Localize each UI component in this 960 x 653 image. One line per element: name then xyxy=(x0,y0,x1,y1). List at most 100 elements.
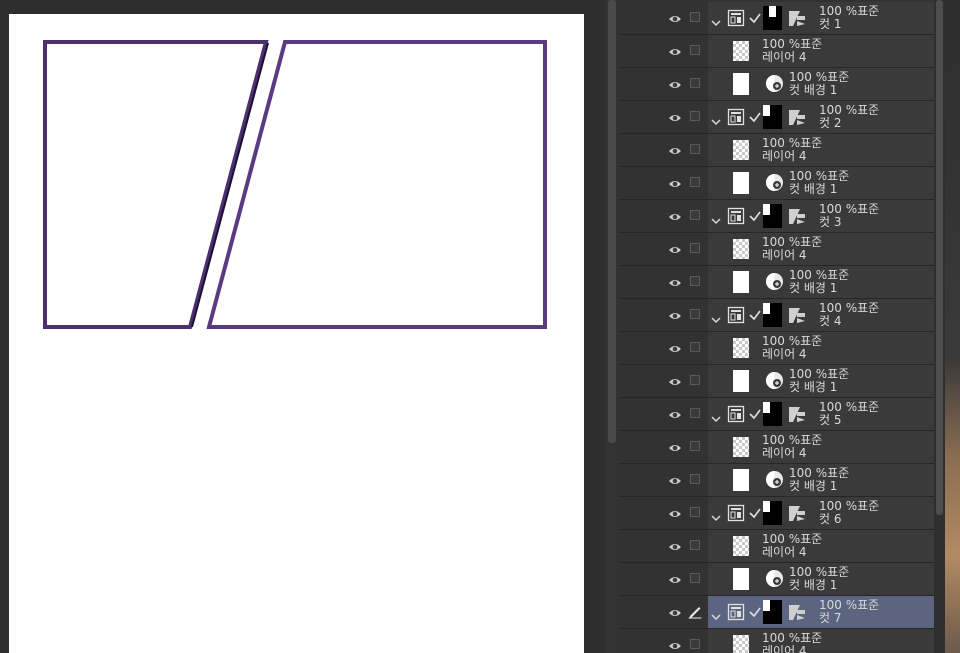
lock-checkbox[interactable] xyxy=(690,111,700,121)
layer-mask-thumbnail[interactable] xyxy=(763,501,782,525)
layer-content[interactable]: 100 %표준 레이어 4 xyxy=(708,530,945,562)
layer-content[interactable]: 100 %표준 컷 배경 1 xyxy=(708,365,945,397)
lock-checkbox[interactable] xyxy=(690,78,700,88)
layer-content[interactable]: 100 %표준 컷 3 xyxy=(708,200,945,232)
layer-content[interactable]: 100 %표준 레이어 4 xyxy=(708,332,945,364)
lock-checkbox[interactable] xyxy=(690,12,700,22)
layer-row-paper[interactable]: 100 %표준 컷 배경 1 xyxy=(619,266,945,299)
eye-icon[interactable] xyxy=(668,539,682,553)
lock-checkbox[interactable] xyxy=(690,375,700,385)
lock-checkbox[interactable] xyxy=(690,45,700,55)
lock-checkbox[interactable] xyxy=(690,639,700,649)
layer-row-raster[interactable]: 100 %표준 레이어 4 xyxy=(619,134,945,167)
ruler-icon[interactable] xyxy=(788,109,806,126)
chevron-down-icon[interactable] xyxy=(711,409,721,423)
layer-content[interactable]: 100 %표준 컷 배경 1 xyxy=(708,266,945,298)
eye-icon[interactable] xyxy=(668,605,682,619)
layer-content[interactable]: 100 %표준 레이어 4 xyxy=(708,629,945,653)
layer-mask-thumbnail[interactable] xyxy=(763,105,782,129)
check-icon[interactable] xyxy=(748,505,762,519)
eye-icon[interactable] xyxy=(668,440,682,454)
eye-icon[interactable] xyxy=(668,110,682,124)
layer-content[interactable]: 100 %표준 레이어 4 xyxy=(708,35,945,67)
ruler-icon[interactable] xyxy=(788,307,806,324)
layer-mask-thumbnail[interactable] xyxy=(763,6,782,30)
eye-icon[interactable] xyxy=(668,275,682,289)
layer-content[interactable]: 100 %표준 컷 7 xyxy=(708,596,945,628)
layer-row-raster[interactable]: 100 %표준 레이어 4 xyxy=(619,332,945,365)
layer-row-folder[interactable]: 100 %표준 컷 1 xyxy=(619,2,945,35)
chevron-down-icon[interactable] xyxy=(711,508,721,522)
layer-row-paper[interactable]: 100 %표준 컷 배경 1 xyxy=(619,68,945,101)
check-icon[interactable] xyxy=(748,208,762,222)
layer-row-paper[interactable]: 100 %표준 컷 배경 1 xyxy=(619,167,945,200)
layer-content[interactable]: 100 %표준 컷 4 xyxy=(708,299,945,331)
lock-checkbox[interactable] xyxy=(690,474,700,484)
ruler-icon[interactable] xyxy=(788,208,806,225)
lock-checkbox[interactable] xyxy=(690,309,700,319)
lock-checkbox[interactable] xyxy=(690,276,700,286)
eye-icon[interactable] xyxy=(668,341,682,355)
eye-icon[interactable] xyxy=(668,176,682,190)
check-icon[interactable] xyxy=(748,109,762,123)
layer-content[interactable]: 100 %표준 레이어 4 xyxy=(708,431,945,463)
canvas-area[interactable] xyxy=(0,0,605,653)
chevron-down-icon[interactable] xyxy=(711,13,721,27)
eye-icon[interactable] xyxy=(668,473,682,487)
layer-content[interactable]: 100 %표준 컷 배경 1 xyxy=(708,563,945,595)
layer-mask-thumbnail[interactable] xyxy=(763,402,782,426)
lock-checkbox[interactable] xyxy=(690,408,700,418)
layer-mask-thumbnail[interactable] xyxy=(763,303,782,327)
layer-row-folder[interactable]: 100 %표준 컷 6 xyxy=(619,497,945,530)
eye-icon[interactable] xyxy=(668,11,682,25)
layer-row-raster[interactable]: 100 %표준 레이어 4 xyxy=(619,530,945,563)
check-icon[interactable] xyxy=(748,406,762,420)
layer-row-folder[interactable]: 100 %표준 컷 4 xyxy=(619,299,945,332)
lock-checkbox[interactable] xyxy=(690,144,700,154)
lock-checkbox[interactable] xyxy=(690,573,700,583)
manga-page[interactable] xyxy=(9,14,584,653)
lock-checkbox[interactable] xyxy=(690,210,700,220)
layer-content[interactable]: 100 %표준 컷 5 xyxy=(708,398,945,430)
chevron-down-icon[interactable] xyxy=(711,112,721,126)
layer-content[interactable]: 100 %표준 컷 2 xyxy=(708,101,945,133)
layer-content[interactable]: 100 %표준 레이어 4 xyxy=(708,233,945,265)
layer-content[interactable]: 100 %표준 컷 6 xyxy=(708,497,945,529)
eye-icon[interactable] xyxy=(668,407,682,421)
layer-content[interactable]: 100 %표준 컷 1 xyxy=(708,2,945,34)
chevron-down-icon[interactable] xyxy=(711,607,721,621)
chevron-down-icon[interactable] xyxy=(711,310,721,324)
layer-content[interactable]: 100 %표준 컷 배경 1 xyxy=(708,167,945,199)
layer-row-folder[interactable]: 100 %표준 컷 5 xyxy=(619,398,945,431)
layer-row-raster[interactable]: 100 %표준 레이어 4 xyxy=(619,431,945,464)
eye-icon[interactable] xyxy=(668,638,682,652)
eye-icon[interactable] xyxy=(668,44,682,58)
frame-panel-right[interactable] xyxy=(206,40,547,329)
canvas-scrollbar-thumb[interactable] xyxy=(608,0,616,443)
eye-icon[interactable] xyxy=(668,209,682,223)
lock-checkbox[interactable] xyxy=(690,507,700,517)
layer-row-folder[interactable]: 100 %표준 컷 7 xyxy=(619,596,945,629)
layer-row-folder[interactable]: 100 %표준 컷 2 xyxy=(619,101,945,134)
eye-icon[interactable] xyxy=(668,242,682,256)
eye-icon[interactable] xyxy=(668,572,682,586)
eye-icon[interactable] xyxy=(668,506,682,520)
canvas-vertical-scrollbar[interactable] xyxy=(605,0,619,653)
lock-checkbox[interactable] xyxy=(690,441,700,451)
check-icon[interactable] xyxy=(748,604,762,618)
lock-checkbox[interactable] xyxy=(690,243,700,253)
check-icon[interactable] xyxy=(748,307,762,321)
layer-mask-thumbnail[interactable] xyxy=(763,204,782,228)
lock-checkbox[interactable] xyxy=(690,342,700,352)
layer-row-raster[interactable]: 100 %표준 레이어 4 xyxy=(619,233,945,266)
layer-content[interactable]: 100 %표준 컷 배경 1 xyxy=(708,464,945,496)
lock-checkbox[interactable] xyxy=(690,177,700,187)
layer-mask-thumbnail[interactable] xyxy=(763,600,782,624)
ruler-icon[interactable] xyxy=(788,604,806,621)
layer-panel-scrollbar[interactable] xyxy=(934,0,945,653)
layer-row-raster[interactable]: 100 %표준 레이어 4 xyxy=(619,35,945,68)
layer-row-paper[interactable]: 100 %표준 컷 배경 1 xyxy=(619,464,945,497)
ruler-icon[interactable] xyxy=(788,406,806,423)
eye-icon[interactable] xyxy=(668,374,682,388)
layer-row-folder[interactable]: 100 %표준 컷 3 xyxy=(619,200,945,233)
